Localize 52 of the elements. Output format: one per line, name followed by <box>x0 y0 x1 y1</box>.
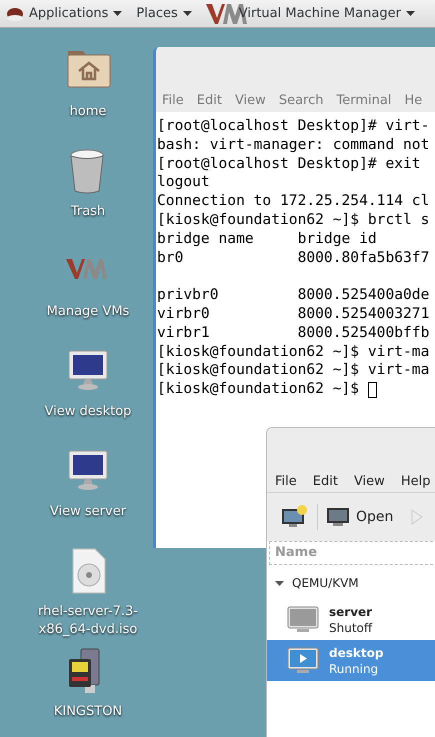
menu-item[interactable]: Search <box>278 91 324 111</box>
monitor-icon <box>287 606 319 634</box>
icon-label[interactable]: Manage VMs <box>27 303 149 321</box>
caret-icon <box>182 11 192 16</box>
monitor-icon <box>326 507 350 527</box>
menu-item[interactable]: Edit <box>312 472 338 492</box>
menu-item[interactable]: Edit <box>196 91 222 111</box>
terminal-line: [root@localhost Desktop]# exit <box>157 154 421 174</box>
menu-item[interactable]: He <box>404 91 422 111</box>
menu-button[interactable]: Applications <box>6 4 122 24</box>
expander-icon[interactable] <box>275 578 284 588</box>
terminal-line: bash: virt-manager: command not <box>157 136 430 155</box>
terminal-line: privbr0 8000.525400a0de <box>157 286 430 305</box>
terminal-line: logout <box>157 173 210 192</box>
terminal-line: [kiosk@foundation62 ~]$ virt-ma <box>157 361 430 380</box>
vm-status: Running <box>329 660 380 676</box>
caret-icon <box>113 11 122 16</box>
menu-item[interactable]: Help <box>400 472 430 492</box>
icon-label[interactable]: View desktop <box>27 403 149 421</box>
vm-name: server <box>329 604 372 620</box>
menu-item[interactable]: File <box>162 91 184 111</box>
menu-button[interactable]: Virtual Machine Manager <box>206 2 415 26</box>
icon-label[interactable]: rhel-server-7.3-x86_64-dvd.iso <box>27 603 149 639</box>
terminal-line: br0 8000.80fa5b63f7 <box>157 248 430 268</box>
terminal-line: [kiosk@foundation62 ~]$ virt-ma <box>157 342 430 362</box>
menu-item[interactable]: File <box>275 472 297 492</box>
monitor-star-icon <box>281 505 307 529</box>
menu-item[interactable]: View <box>234 91 266 111</box>
monitor-play-icon <box>287 646 319 674</box>
terminal-line: [root@localhost Desktop]# virt- <box>157 117 430 136</box>
menu-item[interactable]: View <box>354 472 385 492</box>
caret-icon <box>406 11 415 16</box>
menu-button[interactable]: Places <box>136 4 192 24</box>
column-header[interactable]: Name <box>269 541 435 565</box>
icon-label[interactable]: View server <box>27 503 149 521</box>
open-button[interactable]: Open <box>326 506 394 528</box>
vm-name: desktop <box>329 644 384 660</box>
menu-item[interactable]: Terminal <box>336 91 392 111</box>
icon-label[interactable]: KINGSTON <box>27 703 149 721</box>
terminal-line: virbr1 8000.525400bffb <box>157 324 430 343</box>
terminal-line: [kiosk@foundation62 ~]$ brctl s <box>157 210 430 230</box>
terminal-line: [kiosk@foundation62 ~]$ <box>157 380 360 399</box>
cursor <box>368 382 377 398</box>
vm-status: Shutoff <box>329 620 372 636</box>
terminal-line: Connection to 172.25.254.114 cl <box>157 192 430 211</box>
vm-row[interactable]: desktop Running <box>267 640 435 681</box>
terminal-line: virbr0 8000.5254003271 <box>157 304 430 324</box>
connection-row[interactable]: QEMU/KVM <box>267 573 435 593</box>
icon-label[interactable]: Trash <box>27 203 149 221</box>
icon-label[interactable]: home <box>27 103 149 121</box>
hat-icon <box>6 6 24 22</box>
terminal-line: bridge name bridge id <box>157 230 377 249</box>
